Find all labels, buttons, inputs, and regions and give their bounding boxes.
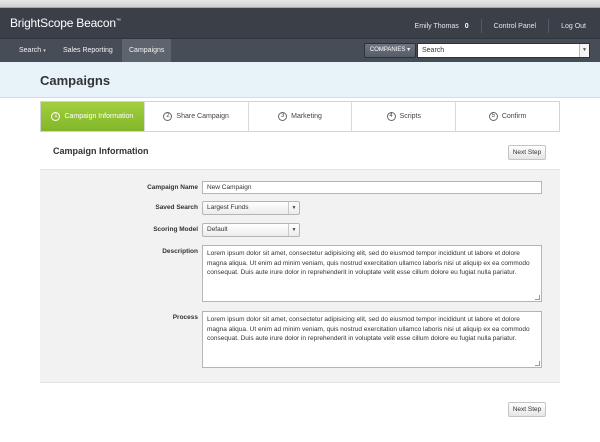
step-label: Confirm [501, 113, 527, 120]
step-number: 4 [386, 112, 396, 121]
page-title: Campaigns [40, 73, 111, 88]
step-number: 3 [278, 112, 288, 121]
logout-link[interactable]: Log Out [561, 23, 586, 30]
resize-handle-icon[interactable] [535, 361, 540, 366]
search-input-value: Search [422, 47, 445, 54]
scoring-model-select[interactable]: Default ▼ [202, 223, 300, 237]
step-label: Share Campaign [176, 113, 229, 120]
scoring-model-label: Scoring Model [153, 226, 198, 233]
step-label: Marketing [291, 113, 322, 120]
step-label: Campaign Information [64, 113, 134, 120]
description-label: Description [162, 248, 198, 255]
section-title: Campaign Information [53, 146, 149, 156]
scoring-model-value: Default [207, 226, 228, 233]
next-step-button-top[interactable]: Next Step [508, 145, 546, 160]
step-number: 5 [488, 112, 498, 121]
main-navbar: Search ▾ Sales Reporting Campaigns COMPAN… [0, 38, 600, 62]
step-marketing[interactable]: 3 Marketing [249, 102, 353, 131]
step-share-campaign[interactable]: 2 Share Campaign [145, 102, 249, 131]
process-label: Process [172, 314, 198, 321]
top-nav: Emily Thomas 0 Control Panel Log Out [415, 19, 590, 33]
page-header: Campaigns [0, 62, 600, 98]
resize-handle-icon[interactable] [535, 295, 540, 300]
process-textarea[interactable]: Lorem ipsum dolor sit amet, consectetur … [202, 311, 542, 368]
divider [548, 19, 550, 33]
step-number: 1 [51, 112, 61, 121]
notification-count[interactable]: 0 [465, 23, 469, 30]
description-textarea[interactable]: Lorem ipsum dolor sit amet, consectetur … [202, 245, 542, 302]
app-logo[interactable]: BrightScope Beacon™ [10, 16, 121, 30]
step-confirm[interactable]: 5 Confirm [456, 102, 559, 131]
nav-search-label: Search [19, 47, 42, 54]
chevron-down-icon: ▼ [288, 224, 299, 236]
step-campaign-information[interactable]: 1 Campaign Information [41, 102, 145, 131]
campaign-form: Campaign Name New Campaign Saved Search … [40, 169, 560, 383]
nav-campaigns[interactable]: Campaigns [122, 39, 172, 62]
wizard-steps: 1 Campaign Information 2 Share Campaign … [40, 101, 560, 132]
campaign-name-input[interactable]: New Campaign [202, 181, 542, 194]
nav-campaigns-label: Campaigns [129, 47, 165, 54]
nav-sales-reporting[interactable]: Sales Reporting [56, 39, 120, 62]
caret-down-icon: ▾ [407, 47, 411, 53]
chevron-down-icon: ▼ [288, 202, 299, 214]
window-titlebar [0, 0, 600, 8]
saved-search-value: Largest Funds [207, 204, 249, 211]
description-text: Lorem ipsum dolor sit amet, consectetur … [207, 250, 530, 276]
nav-search[interactable]: Search ▾ [12, 39, 53, 62]
campaign-name-label: Campaign Name [147, 184, 198, 191]
chevron-down-icon: ▾ [43, 48, 46, 54]
step-label: Scripts [399, 113, 421, 120]
top-bar: BrightScope Beacon™ Emily Thomas 0 Contr… [0, 8, 600, 38]
chevron-down-icon[interactable]: ▼ [579, 44, 589, 57]
divider [480, 19, 482, 33]
saved-search-label: Saved Search [155, 204, 198, 211]
search-input[interactable]: Search ▼ [417, 43, 590, 58]
step-number: 2 [163, 112, 173, 121]
nav-sales-reporting-label: Sales Reporting [63, 47, 113, 54]
process-text: Lorem ipsum dolor sit amet, consectetur … [207, 316, 530, 342]
saved-search-select[interactable]: Largest Funds ▼ [202, 201, 300, 215]
user-name[interactable]: Emily Thomas [415, 23, 459, 30]
step-scripts[interactable]: 4 Scripts [352, 102, 457, 131]
search-scope-label: COMPANIES [369, 47, 406, 53]
control-panel-link[interactable]: Control Panel [494, 23, 536, 30]
search-scope-button[interactable]: COMPANIES ▾ [364, 43, 416, 58]
next-step-button-bottom[interactable]: Next Step [508, 402, 546, 417]
